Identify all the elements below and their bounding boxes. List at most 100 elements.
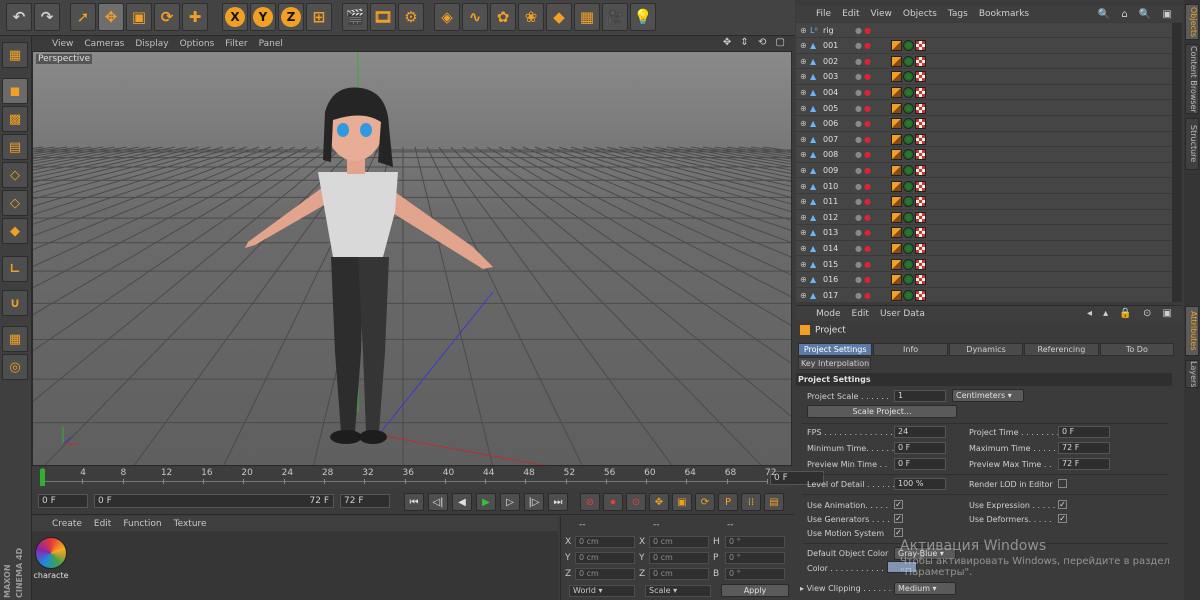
key-position-icon[interactable]: ✥ xyxy=(649,493,669,511)
size-field-y[interactable]: 0 cm xyxy=(649,552,709,564)
coordinate-system-icon[interactable]: ⊞ xyxy=(306,3,332,31)
weight-tag-icon[interactable] xyxy=(891,196,902,208)
object-row[interactable]: ⊕ L⁰ rig ●● xyxy=(796,23,1172,38)
project-time-field[interactable]: 0 F xyxy=(1058,426,1110,438)
object-name[interactable]: 007 xyxy=(823,135,855,144)
visibility-dots[interactable]: ●● xyxy=(855,26,879,35)
expand-icon[interactable]: ⊕ xyxy=(800,41,810,50)
make-editable-icon[interactable]: ▦ xyxy=(2,42,28,68)
tab-to-do[interactable]: To Do xyxy=(1099,343,1175,356)
object-name[interactable]: 003 xyxy=(823,72,855,81)
visibility-dots[interactable]: ●● xyxy=(855,260,879,269)
texture-tag-icon[interactable] xyxy=(915,40,926,52)
object-manager-tool-icons[interactable]: 🔍 ⌂ 🔍 ▣ xyxy=(1098,9,1176,20)
object-row[interactable]: ⊕ ▲ 007 ●● xyxy=(796,132,1172,148)
texture-tag-icon[interactable] xyxy=(915,242,926,254)
object-row[interactable]: ⊕ ▲ 013 ●● xyxy=(796,226,1172,241)
expand-icon[interactable]: ⊕ xyxy=(800,260,810,269)
object-name[interactable]: 009 xyxy=(823,166,855,175)
x-axis-lock-icon[interactable]: X xyxy=(222,3,248,31)
side-tab-structure[interactable]: Structure xyxy=(1185,118,1199,170)
texture-tag-icon[interactable] xyxy=(915,258,926,270)
soft-selection-icon[interactable]: ◎ xyxy=(2,354,28,380)
weight-tag-icon[interactable] xyxy=(891,211,902,223)
object-name[interactable]: 002 xyxy=(823,57,855,66)
render-view-icon[interactable]: 🎬 xyxy=(342,3,368,31)
tab-info[interactable]: Info xyxy=(873,343,948,356)
object-menu-objects[interactable]: Objects xyxy=(903,9,937,19)
key-point-level-icon[interactable]: ⁞⁞ xyxy=(741,493,761,511)
visibility-dots[interactable]: ●● xyxy=(855,150,879,159)
material-menu-create[interactable]: Create xyxy=(52,519,82,529)
attribute-manager-tool-icons[interactable]: ◂ ▴ 🔒 ⊙ ▣ xyxy=(1087,308,1176,319)
object-name[interactable]: 012 xyxy=(823,213,855,222)
side-tab-layers[interactable]: Layers xyxy=(1185,360,1199,388)
object-row[interactable]: ⊕ ▲ 002 ●● xyxy=(796,54,1172,70)
visibility-dots[interactable]: ●● xyxy=(855,166,879,175)
visibility-dots[interactable]: ●● xyxy=(855,182,879,191)
viewport-menu-display[interactable]: Display xyxy=(135,39,168,49)
object-row[interactable]: ⊕ ▲ 001 ●● xyxy=(796,39,1172,54)
expand-icon[interactable]: ⊕ xyxy=(800,213,810,222)
attribute-menu-user-data[interactable]: User Data xyxy=(880,309,925,319)
autokey-icon[interactable]: ⊙ xyxy=(626,493,646,511)
axis-mode-icon[interactable]: ∟ xyxy=(2,256,28,282)
texture-tag-icon[interactable] xyxy=(915,289,926,301)
scale-icon[interactable]: ▣ xyxy=(126,3,152,31)
floor-icon[interactable]: ▦ xyxy=(574,3,600,31)
phong-tag-icon[interactable] xyxy=(903,289,914,301)
preview-min-time-field[interactable]: 0 F xyxy=(894,458,946,470)
object-menu-file[interactable]: File xyxy=(816,9,831,19)
start-frame-field[interactable]: 0 F xyxy=(38,494,88,508)
visibility-dots[interactable]: ●● xyxy=(855,88,879,97)
y-axis-lock-icon[interactable]: Y xyxy=(250,3,276,31)
visibility-dots[interactable]: ●● xyxy=(855,104,879,113)
phong-tag-icon[interactable] xyxy=(903,133,914,145)
tab-dynamics[interactable]: Dynamics xyxy=(948,343,1024,356)
phong-tag-icon[interactable] xyxy=(903,55,914,67)
maximum-time-field[interactable]: 72 F xyxy=(1058,442,1110,454)
weight-tag-icon[interactable] xyxy=(891,180,902,192)
object-row[interactable]: ⊕ ▲ 014 ●● xyxy=(796,241,1172,257)
camera-icon[interactable]: 🎥 xyxy=(602,3,628,31)
expand-icon[interactable]: ⊕ xyxy=(800,291,810,300)
object-row[interactable]: ⊕ ▲ 006 ●● xyxy=(796,117,1172,132)
position-field-y[interactable]: 0 cm xyxy=(575,552,635,564)
object-name[interactable]: 001 xyxy=(823,41,855,50)
phong-tag-icon[interactable] xyxy=(903,196,914,208)
object-name[interactable]: 010 xyxy=(823,182,855,191)
object-menu-bookmarks[interactable]: Bookmarks xyxy=(979,9,1029,19)
expand-icon[interactable]: ⊕ xyxy=(800,88,810,97)
texture-mode-icon[interactable]: ▩ xyxy=(2,106,28,132)
project-scale-field[interactable]: 1 xyxy=(894,390,946,402)
side-tab-attributes[interactable]: Attributes xyxy=(1185,306,1199,356)
phong-tag-icon[interactable] xyxy=(903,211,914,223)
minimum-time-field[interactable]: 0 F xyxy=(894,442,946,454)
rotation-field-h[interactable]: 0 ° xyxy=(725,536,785,548)
expand-icon[interactable]: ⊕ xyxy=(800,182,810,191)
phong-tag-icon[interactable] xyxy=(903,102,914,114)
use-generators-checkbox[interactable]: ✓ xyxy=(894,514,903,523)
edges-mode-icon[interactable]: ◇ xyxy=(2,190,28,216)
view-clipping-select[interactable]: Medium ▾ xyxy=(894,582,956,595)
weight-tag-icon[interactable] xyxy=(891,86,902,98)
expand-icon[interactable]: ⊕ xyxy=(800,150,810,159)
object-row[interactable]: ⊕ ▲ 009 ●● xyxy=(796,163,1172,179)
weight-tag-icon[interactable] xyxy=(891,118,902,130)
visibility-dots[interactable]: ●● xyxy=(855,119,879,128)
object-menu-view[interactable]: View xyxy=(871,9,892,19)
expand-icon[interactable]: ⊕ xyxy=(800,166,810,175)
undo-icon[interactable]: ↶ xyxy=(6,3,32,31)
cube-icon[interactable]: ◈ xyxy=(434,3,460,31)
redo-icon[interactable]: ↷ xyxy=(34,3,60,31)
object-name[interactable]: 011 xyxy=(823,197,855,206)
visibility-dots[interactable]: ●● xyxy=(855,228,879,237)
object-row[interactable]: ⊕ ▲ 010 ●● xyxy=(796,179,1172,194)
key-parameter-icon[interactable]: P xyxy=(718,493,738,511)
deformer-icon[interactable]: ◆ xyxy=(546,3,572,31)
record-off-icon[interactable]: ⊘ xyxy=(580,493,600,511)
rotation-field-b[interactable]: 0 ° xyxy=(725,568,785,580)
weight-tag-icon[interactable] xyxy=(891,227,902,239)
object-name[interactable]: 008 xyxy=(823,150,855,159)
coord-mode-select[interactable]: World ▾ xyxy=(569,585,635,597)
